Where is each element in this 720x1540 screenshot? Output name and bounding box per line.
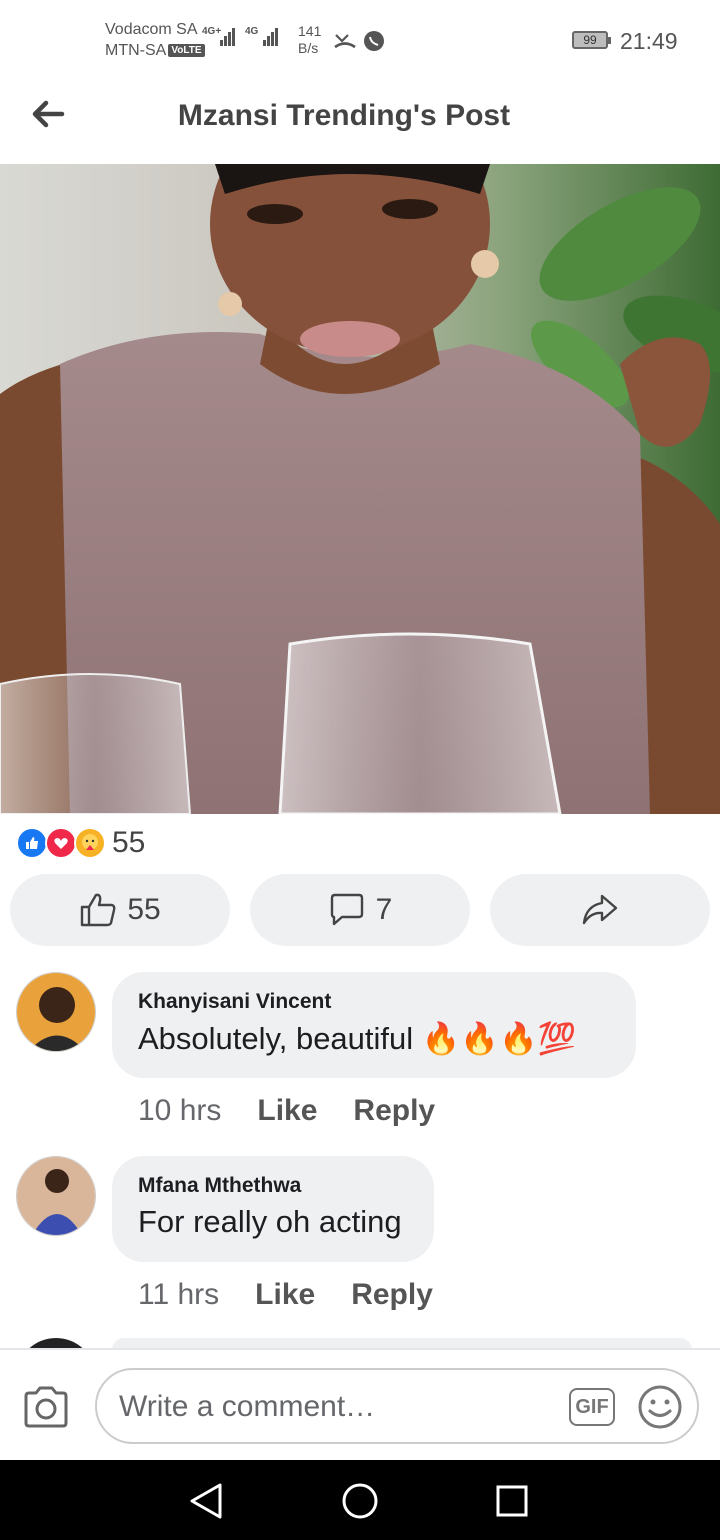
system-nav-bar	[0, 1460, 720, 1540]
comment-icon	[330, 893, 363, 926]
post-actions: 55 7	[10, 874, 710, 946]
battery-icon: 99	[572, 31, 611, 49]
like-reaction-icon	[16, 827, 48, 859]
comment-bubble[interactable]: Khanyisani Vincent Absolutely, beautiful…	[112, 972, 636, 1078]
love-reaction-icon	[45, 827, 77, 859]
missed-call-icon	[334, 34, 356, 49]
signal-indicators: 4G+ 4G	[202, 26, 278, 46]
status-bar: Vodacom SA MTN-SA VoLTE 4G+ 4G 141 B/s 99…	[0, 0, 720, 82]
comment-count: 7	[375, 893, 393, 926]
comment-placeholder: Write a comment…	[119, 1390, 376, 1423]
network-type-2: 4G	[245, 26, 259, 37]
emoji-icon[interactable]	[637, 1384, 683, 1430]
comment-time: 10 hrs	[138, 1094, 222, 1127]
avatar-image	[17, 973, 95, 1051]
comment-input[interactable]: Write a comment… GIF	[95, 1368, 699, 1444]
speed-unit: B/s	[298, 40, 319, 56]
comment-composer: Write a comment… GIF	[0, 1348, 720, 1462]
network-type-1: 4G+	[202, 26, 222, 37]
care-reaction-icon	[74, 827, 106, 859]
home-circle-icon[interactable]	[341, 1482, 379, 1520]
gif-button[interactable]: GIF	[569, 1388, 615, 1426]
reaction-count: 55	[112, 826, 146, 859]
network-speed: 141 B/s	[298, 23, 321, 57]
comment-like-button[interactable]: Like	[255, 1278, 315, 1312]
post-header: Mzansi Trending's Post	[0, 82, 720, 164]
avatar[interactable]	[16, 972, 96, 1052]
signal-icon-2: 4G	[245, 26, 278, 46]
comment-meta: 10 hrs Like Reply	[138, 1094, 435, 1128]
comment-text: Absolutely, beautiful 🔥🔥🔥💯	[138, 1021, 577, 1056]
comment-author[interactable]: Khanyisani Vincent	[138, 990, 610, 1014]
comment-meta: 11 hrs Like Reply	[138, 1278, 433, 1312]
comment-reply-button[interactable]: Reply	[353, 1094, 435, 1128]
share-button[interactable]	[490, 874, 710, 946]
like-count: 55	[127, 893, 161, 926]
like-button[interactable]: 55	[10, 874, 230, 946]
carrier-1: Vodacom SA	[105, 21, 198, 38]
comment-like-button[interactable]: Like	[257, 1094, 317, 1128]
thumbs-up-icon	[81, 893, 116, 927]
whatsapp-icon	[364, 31, 384, 51]
carrier-2: MTN-SA	[105, 42, 167, 59]
comment-bubble[interactable]: Mfana Mthethwa For really oh acting	[112, 1156, 434, 1262]
clock: 21:49	[620, 28, 678, 54]
signal-icon: 4G+	[202, 26, 235, 46]
post-photo-illustration	[0, 164, 720, 814]
back-triangle-icon[interactable]	[188, 1482, 224, 1520]
camera-icon[interactable]	[22, 1386, 70, 1428]
recents-square-icon[interactable]	[495, 1484, 529, 1518]
speed-value: 141	[298, 23, 322, 39]
share-icon	[582, 894, 618, 925]
comment-text: For really oh acting	[138, 1204, 402, 1239]
post-photo[interactable]	[0, 164, 720, 814]
page-title: Mzansi Trending's Post	[177, 99, 511, 132]
comment-reply-button[interactable]: Reply	[351, 1278, 433, 1312]
comment-time: 11 hrs	[138, 1278, 220, 1311]
carrier-info: Vodacom SA MTN-SA VoLTE	[105, 19, 205, 61]
avatar[interactable]	[16, 1156, 96, 1236]
avatar-image	[17, 1157, 95, 1235]
comment-button[interactable]: 7	[250, 874, 470, 946]
volte-badge: VoLTE	[168, 44, 205, 58]
comment-author[interactable]: Mfana Mthethwa	[138, 1174, 408, 1198]
reaction-summary[interactable]: 55	[16, 826, 145, 860]
